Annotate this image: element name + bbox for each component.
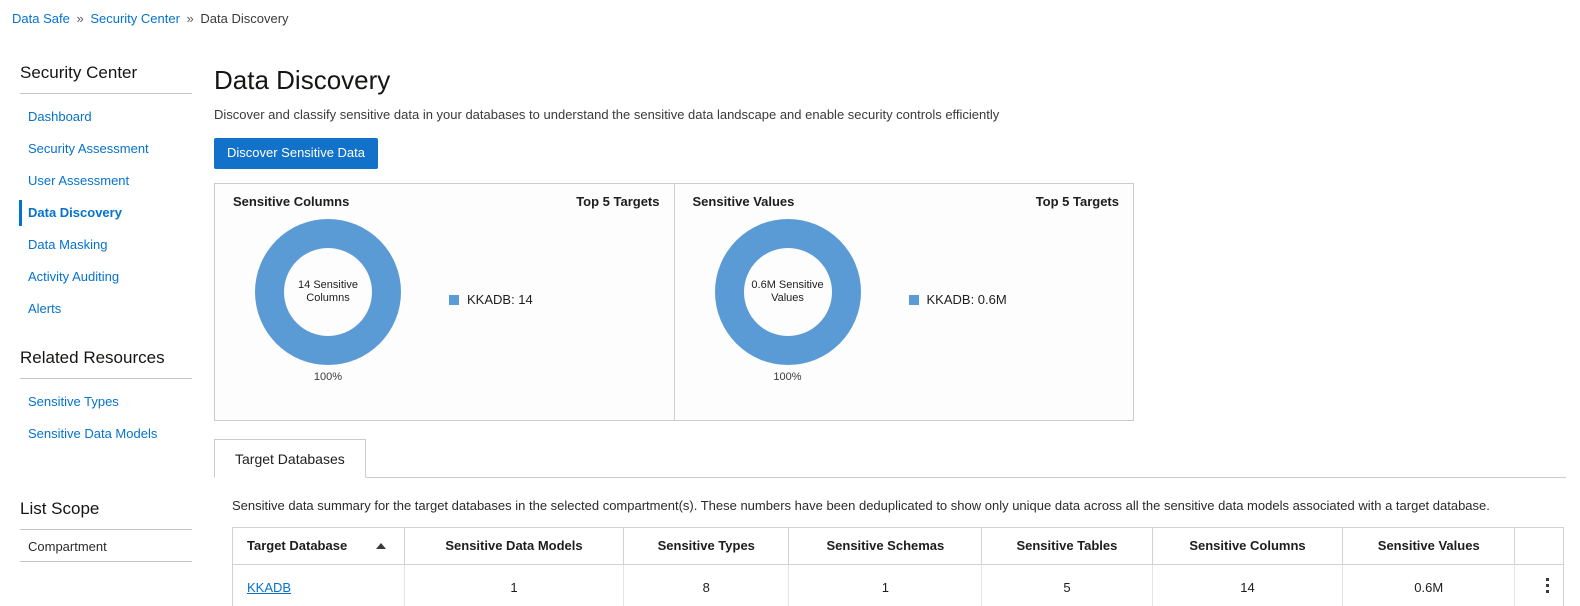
- discover-sensitive-data-button[interactable]: Discover Sensitive Data: [214, 138, 378, 169]
- compartment-label: Compartment: [28, 539, 107, 554]
- sidebar-item-user-assessment[interactable]: User Assessment: [0, 165, 212, 197]
- sensitive-values-chart-header: Sensitive Values Top 5 Targets: [693, 194, 1120, 209]
- table-header-row: Target Database Sensitive Data Models Se…: [232, 527, 1564, 565]
- sidebar-nav-list: Dashboard Security Assessment User Asses…: [0, 94, 212, 325]
- sort-ascending-icon[interactable]: [375, 543, 386, 549]
- sidebar-title: Security Center: [20, 63, 138, 82]
- column-header-sensitive-data-models[interactable]: Sensitive Data Models: [404, 527, 625, 565]
- column-header-sensitive-tables[interactable]: Sensitive Tables: [981, 527, 1153, 565]
- sensitive-columns-donut-center-label: 14 Sensitive Columns: [298, 279, 358, 304]
- list-scope-title: List Scope: [20, 499, 100, 518]
- column-header-sensitive-columns[interactable]: Sensitive Columns: [1152, 527, 1344, 565]
- sidebar-item-data-masking[interactable]: Data Masking: [0, 229, 212, 261]
- sensitive-columns-donut-chart[interactable]: 14 Sensitive Columns: [255, 219, 401, 365]
- cell-target-database: KKADB: [232, 564, 405, 606]
- cell-sensitive-columns: 14: [1152, 564, 1344, 606]
- sidebar-item-data-discovery[interactable]: Data Discovery: [0, 197, 212, 229]
- cell-sensitive-types: 8: [623, 564, 790, 606]
- sensitive-columns-chart-title: Sensitive Columns: [233, 194, 350, 209]
- table-description: Sensitive data summary for the target da…: [232, 498, 1490, 513]
- table-row: KKADB 1 8 1 5 14 0.6M: [232, 564, 1564, 606]
- related-resources-title: Related Resources: [20, 348, 165, 367]
- tab-target-databases[interactable]: Target Databases: [214, 439, 366, 478]
- legend-swatch-icon: [449, 295, 459, 305]
- sensitive-values-donut-center-label: 0.6M Sensitive Values: [751, 279, 824, 304]
- page-title: Data Discovery: [214, 65, 391, 95]
- sidebar-item-dashboard[interactable]: Dashboard: [0, 101, 212, 133]
- sensitive-columns-legend-label[interactable]: KKADB: 14: [467, 292, 533, 308]
- main-content: Data Discovery Discover and classify sen…: [214, 52, 1580, 606]
- sidebar-item-sensitive-types[interactable]: Sensitive Types: [0, 386, 212, 418]
- sensitive-columns-chart-subtitle: Top 5 Targets: [576, 194, 660, 209]
- sensitive-values-donut-chart[interactable]: 0.6M Sensitive Values: [714, 219, 861, 365]
- sensitive-values-legend: KKADB: 0.6M: [908, 292, 1007, 308]
- target-databases-table: Target Database Sensitive Data Models Se…: [232, 527, 1564, 606]
- breadcrumb-item-current: Data Discovery: [200, 11, 289, 26]
- breadcrumb: Data Safe » Security Center » Data Disco…: [12, 11, 289, 27]
- sensitive-columns-donut-percent: 100%: [313, 371, 343, 383]
- row-actions-kebab-icon[interactable]: [1542, 576, 1553, 595]
- cell-sensitive-data-models: 1: [404, 564, 625, 606]
- breadcrumb-separator: »: [76, 11, 84, 26]
- sensitive-columns-chart-panel: Sensitive Columns Top 5 Targets 14 Sensi…: [215, 184, 674, 420]
- column-header-sensitive-types[interactable]: Sensitive Types: [623, 527, 790, 565]
- legend-swatch-icon: [908, 295, 919, 305]
- sidebar-item-alerts[interactable]: Alerts: [0, 293, 212, 325]
- sensitive-values-chart-title: Sensitive Values: [692, 194, 795, 209]
- sensitive-columns-donut-wrap: 14 Sensitive Columns 100%: [233, 215, 423, 385]
- sensitive-columns-chart-header: Sensitive Columns Top 5 Targets: [233, 194, 660, 209]
- tab-bar: Target Databases: [214, 439, 1566, 478]
- sensitive-values-chart-body: 0.6M Sensitive Values 100% KKADB: 0.6M: [693, 215, 1120, 385]
- sensitive-columns-chart-body: 14 Sensitive Columns 100% KKADB: 14: [233, 215, 660, 385]
- cell-sensitive-tables: 5: [981, 564, 1153, 606]
- data-discovery-page: Data Safe » Security Center » Data Disco…: [0, 0, 1580, 606]
- sensitive-values-chart-subtitle: Top 5 Targets: [1035, 194, 1119, 209]
- summary-charts-card: Sensitive Columns Top 5 Targets 14 Sensi…: [214, 183, 1134, 421]
- target-database-link[interactable]: KKADB: [247, 580, 291, 595]
- sensitive-columns-legend: KKADB: 14: [449, 292, 533, 308]
- column-header-sensitive-values[interactable]: Sensitive Values: [1342, 527, 1515, 565]
- breadcrumb-separator: »: [186, 11, 194, 26]
- sensitive-values-chart-panel: Sensitive Values Top 5 Targets 0.6M Sens…: [673, 184, 1134, 420]
- column-header-label: Target Database: [247, 538, 348, 553]
- breadcrumb-item-data-safe[interactable]: Data Safe: [12, 11, 70, 26]
- sensitive-values-legend-label[interactable]: KKADB: 0.6M: [927, 292, 1007, 308]
- sensitive-values-donut-wrap: 0.6M Sensitive Values 100%: [693, 215, 883, 385]
- column-header-actions: [1514, 527, 1564, 565]
- table-body: KKADB 1 8 1 5 14 0.6M: [232, 564, 1564, 606]
- compartment-divider: [20, 561, 192, 562]
- cell-row-actions: [1515, 565, 1564, 606]
- page-subtitle: Discover and classify sensitive data in …: [214, 107, 1000, 122]
- breadcrumb-item-security-center[interactable]: Security Center: [90, 11, 180, 26]
- sidebar-item-activity-auditing[interactable]: Activity Auditing: [0, 261, 212, 293]
- sidebar-item-sensitive-data-models[interactable]: Sensitive Data Models: [0, 418, 212, 450]
- table-head: Target Database Sensitive Data Models Se…: [232, 527, 1564, 565]
- sidebar-item-security-assessment[interactable]: Security Assessment: [0, 133, 212, 165]
- cell-sensitive-schemas: 1: [788, 564, 983, 606]
- sensitive-values-donut-percent: 100%: [773, 371, 802, 383]
- related-resources-list: Sensitive Types Sensitive Data Models: [0, 379, 212, 450]
- column-header-target-database[interactable]: Target Database: [232, 527, 405, 565]
- sidebar: Security Center Dashboard Security Asses…: [0, 52, 212, 606]
- column-header-sensitive-schemas[interactable]: Sensitive Schemas: [788, 527, 983, 565]
- cell-sensitive-values: 0.6M: [1342, 564, 1515, 606]
